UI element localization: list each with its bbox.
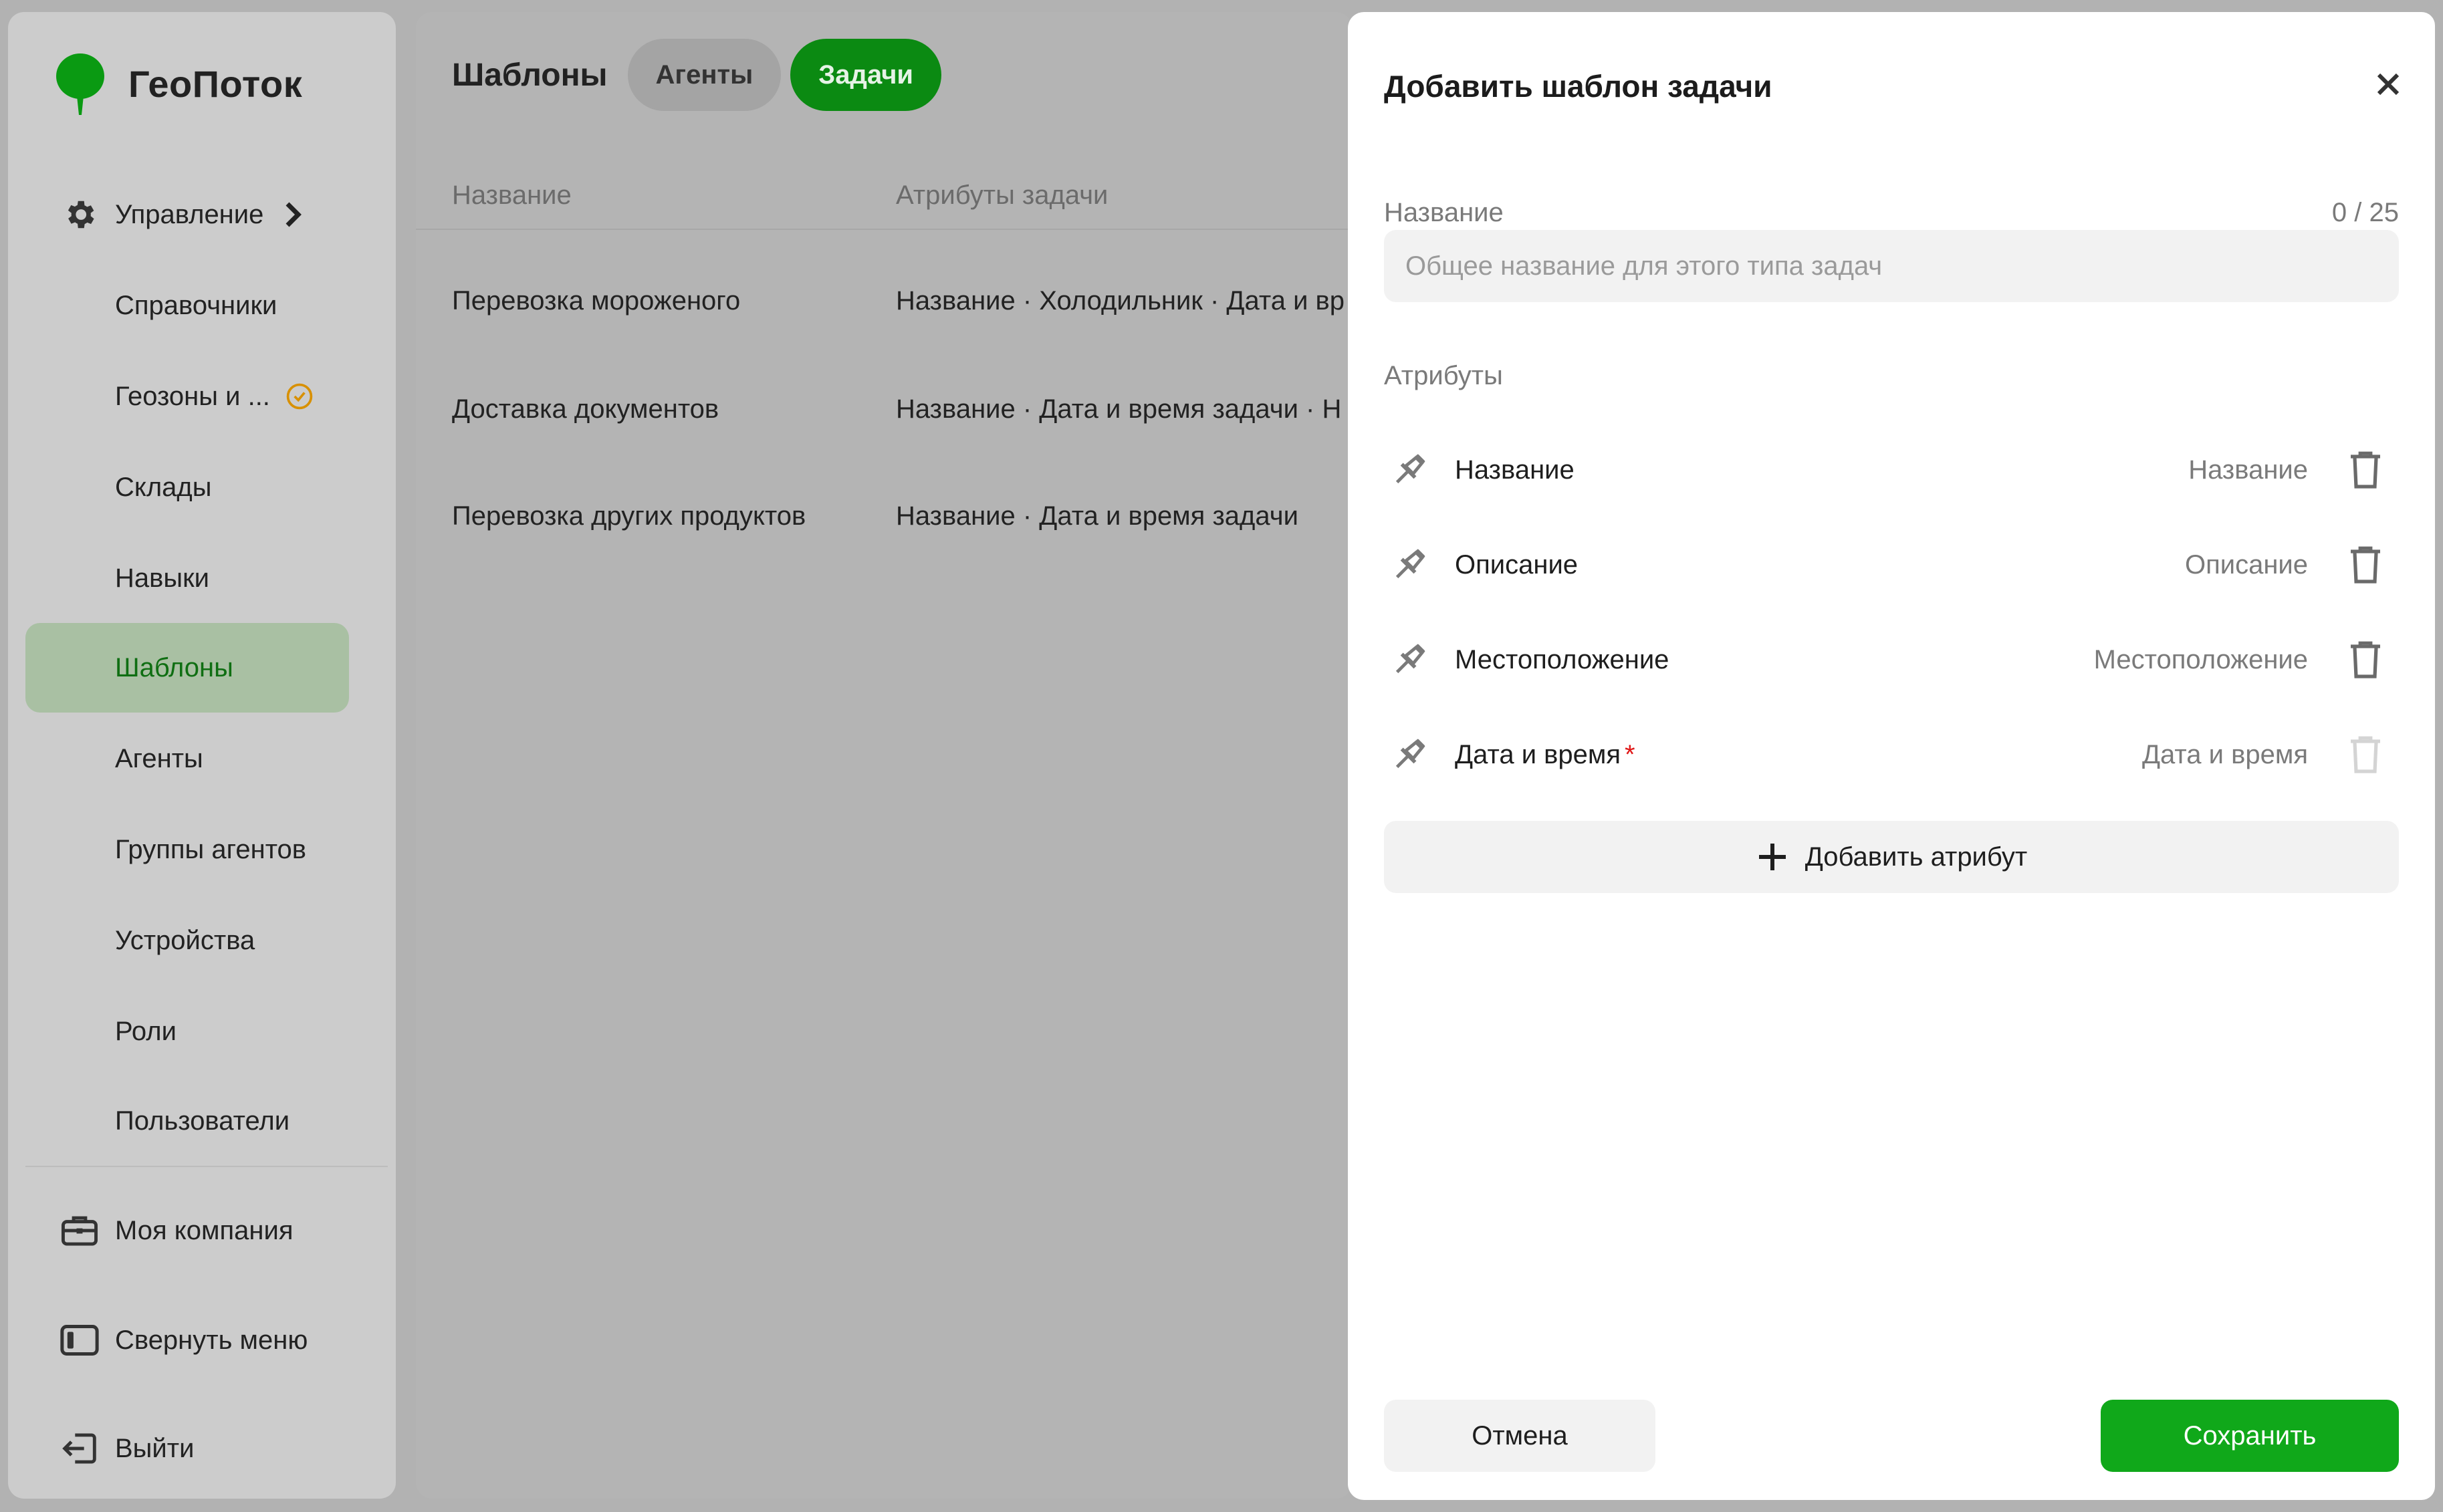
attribute-row: Описание Описание bbox=[1384, 528, 2399, 602]
attribute-row: Дата и время * Дата и время bbox=[1384, 718, 2399, 791]
logout-icon bbox=[59, 1428, 100, 1469]
table-cell-name[interactable]: Перевозка других продуктов bbox=[452, 501, 806, 531]
sidebar-item-label: Справочники bbox=[115, 290, 277, 320]
table-header-divider bbox=[416, 229, 1352, 230]
gear-icon bbox=[59, 194, 100, 235]
pin-icon[interactable] bbox=[1383, 728, 1436, 781]
sidebar-item-label: Управление bbox=[115, 199, 264, 229]
attribute-type: Название bbox=[2188, 455, 2308, 485]
sidebar-item-label: Роли bbox=[115, 1016, 177, 1046]
sidebar-collapse-icon bbox=[59, 1319, 100, 1361]
table-cell-attributes: Название · Дата и время задачи · Н bbox=[896, 394, 1342, 424]
cancel-button[interactable]: Отмена bbox=[1384, 1400, 1655, 1472]
sidebar-item-label: Моя компания bbox=[115, 1215, 294, 1245]
briefcase-icon bbox=[59, 1210, 100, 1251]
sidebar-item-geozones[interactable]: Геозоны и ... bbox=[25, 352, 349, 441]
main-content: Шаблоны Агенты Задачи Название Атрибуты … bbox=[416, 12, 1352, 1499]
trash-icon bbox=[2351, 451, 2380, 489]
sidebar-item-label: Группы агентов bbox=[115, 834, 307, 864]
column-header-attributes[interactable]: Атрибуты задачи bbox=[896, 180, 1108, 211]
close-button[interactable] bbox=[2368, 64, 2408, 104]
sidebar-item-label: Устройства bbox=[115, 925, 255, 955]
sidebar: ГеоПоток Управление Справочники Геозоны … bbox=[8, 12, 396, 1499]
sidebar-item-label: Шаблоны bbox=[115, 652, 233, 682]
pin-icon[interactable] bbox=[1383, 443, 1436, 497]
add-task-template-drawer: Добавить шаблон задачи Название 0 / 25 А… bbox=[1348, 12, 2435, 1500]
chevron-right-icon bbox=[285, 202, 302, 227]
trash-icon bbox=[2351, 736, 2380, 773]
sidebar-item-roles[interactable]: Роли bbox=[25, 987, 349, 1076]
attribute-name: Описание bbox=[1455, 549, 1579, 580]
brand-name: ГеоПоток bbox=[128, 62, 303, 105]
sidebar-item-label: Навыки bbox=[115, 563, 209, 593]
sidebar-item-templates[interactable]: Шаблоны bbox=[25, 623, 349, 713]
sidebar-item-collapse-menu[interactable]: Свернуть меню bbox=[25, 1295, 349, 1385]
sidebar-item-agents[interactable]: Агенты bbox=[25, 714, 349, 803]
attributes-section-label: Атрибуты bbox=[1384, 361, 1503, 390]
delete-attribute-button-disabled bbox=[2344, 731, 2387, 779]
table-cell-attributes: Название · Холодильник · Дата и вр bbox=[896, 286, 1345, 316]
delete-attribute-button[interactable] bbox=[2344, 636, 2387, 684]
attribute-row: Местоположение Местоположение bbox=[1384, 623, 2399, 697]
attribute-row: Название Название bbox=[1384, 433, 2399, 507]
save-button[interactable]: Сохранить bbox=[2101, 1400, 2399, 1472]
name-field-label: Название bbox=[1384, 198, 1504, 227]
sidebar-item-label: Выйти bbox=[115, 1433, 195, 1463]
attribute-name: Название bbox=[1455, 455, 1575, 485]
sidebar-divider bbox=[25, 1166, 388, 1167]
sidebar-item-label: Геозоны и ... bbox=[115, 381, 270, 411]
name-input[interactable] bbox=[1384, 230, 2399, 302]
attribute-type: Местоположение bbox=[2093, 644, 2308, 674]
trash-icon bbox=[2351, 641, 2380, 678]
attribute-name: Дата и время bbox=[1455, 739, 1621, 769]
table-cell-attributes: Название · Дата и время задачи bbox=[896, 501, 1298, 531]
sidebar-item-my-company[interactable]: Моя компания bbox=[25, 1186, 349, 1275]
sidebar-item-agent-groups[interactable]: Группы агентов bbox=[25, 805, 349, 894]
drawer-title: Добавить шаблон задачи bbox=[1384, 69, 1772, 104]
sidebar-item-label: Склады bbox=[115, 472, 212, 502]
table-cell-name[interactable]: Перевозка мороженого bbox=[452, 286, 740, 316]
page-title: Шаблоны bbox=[452, 57, 608, 93]
clock-icon bbox=[286, 383, 313, 410]
sidebar-item-users[interactable]: Пользователи bbox=[25, 1076, 349, 1166]
delete-attribute-button[interactable] bbox=[2344, 541, 2387, 589]
plus-icon bbox=[1758, 844, 1786, 870]
sidebar-item-label: Агенты bbox=[115, 743, 203, 773]
sidebar-item-skills[interactable]: Навыки bbox=[25, 533, 349, 623]
pin-icon[interactable] bbox=[1383, 538, 1436, 592]
required-mark: * bbox=[1625, 739, 1635, 769]
sidebar-item-warehouses[interactable]: Склады bbox=[25, 443, 349, 532]
sidebar-item-label: Свернуть меню bbox=[115, 1325, 308, 1355]
tab-agents[interactable]: Агенты bbox=[627, 39, 782, 111]
attribute-type: Дата и время bbox=[2141, 739, 2308, 769]
table-cell-name[interactable]: Доставка документов bbox=[452, 394, 719, 424]
attribute-type: Описание bbox=[2184, 549, 2308, 580]
tab-tasks[interactable]: Задачи bbox=[790, 39, 942, 111]
add-attribute-button[interactable]: Добавить атрибут bbox=[1384, 821, 2399, 893]
trash-icon bbox=[2351, 546, 2380, 584]
close-icon bbox=[2377, 73, 2400, 96]
column-header-name[interactable]: Название bbox=[452, 180, 572, 211]
page-header: Шаблоны Агенты Задачи bbox=[452, 39, 951, 111]
main-panel bbox=[416, 12, 1352, 1499]
brand-logo[interactable]: ГеоПоток bbox=[47, 51, 302, 116]
sidebar-item-logout[interactable]: Выйти bbox=[25, 1404, 349, 1493]
sidebar-item-label: Пользователи bbox=[115, 1106, 290, 1136]
sidebar-item-directories[interactable]: Справочники bbox=[25, 261, 349, 350]
sidebar-item-management[interactable]: Управление bbox=[25, 170, 349, 259]
attribute-name: Местоположение bbox=[1455, 644, 1669, 674]
delete-attribute-button[interactable] bbox=[2344, 446, 2387, 494]
add-attribute-label: Добавить атрибут bbox=[1805, 842, 2028, 872]
tree-pin-icon bbox=[56, 53, 104, 115]
pin-icon[interactable] bbox=[1383, 633, 1436, 686]
sidebar-item-devices[interactable]: Устройства bbox=[25, 896, 349, 985]
name-char-counter: 0 / 25 bbox=[2331, 198, 2399, 227]
